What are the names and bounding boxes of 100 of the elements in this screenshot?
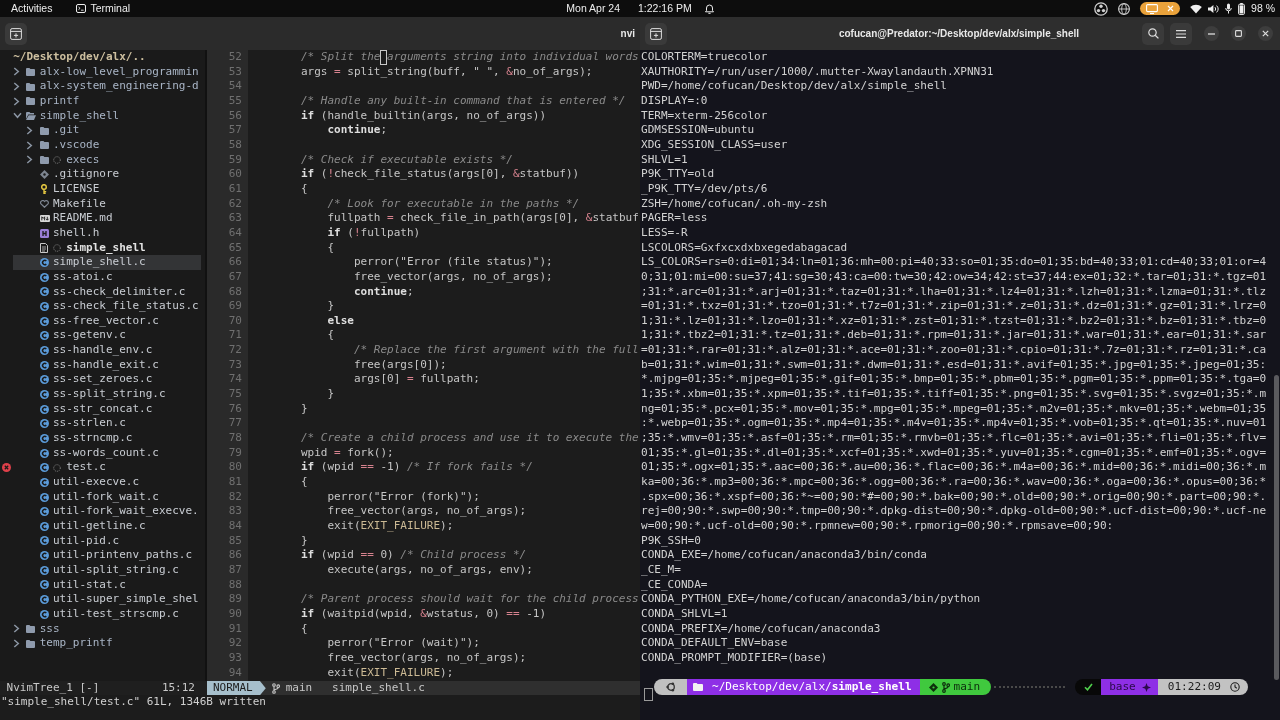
code-line: args[0] = fullpath; [353, 372, 480, 388]
tree-item[interactable]: util-split_string.c [13, 562, 201, 578]
folder-icon [26, 111, 37, 120]
c-file-icon [39, 419, 49, 429]
tree-item[interactable]: Makefile [13, 196, 201, 212]
output-line: _CE_M= [641, 562, 682, 578]
line-number: 81 [227, 475, 242, 490]
battery-icon [1238, 2, 1246, 15]
output-line: CONDA_PYTHON_EXE=/home/cofucan/anaconda3/bin/python [641, 592, 982, 607]
code-line: wpid = fork(); [300, 445, 394, 461]
tree-item[interactable]: .vscode [13, 137, 201, 153]
tree-item[interactable]: .gitignore [13, 167, 201, 182]
tree-item[interactable]: ss-set_zeroes.c [13, 372, 201, 388]
c-file-icon [39, 258, 49, 267]
terminal-cursor [644, 688, 653, 702]
line-number: 83 [227, 504, 242, 519]
line-number: 85 [227, 533, 242, 549]
diamond-icon [39, 170, 49, 180]
output-line: _CE_CONDA= [641, 577, 709, 593]
maximize-icon [1235, 30, 1242, 37]
tree-item[interactable]: util-execve.c [13, 475, 201, 490]
tree-item[interactable]: ss-check_file_status.c [13, 299, 201, 314]
code-line: args = split_string(buff, " ", &no_of_args); [300, 64, 593, 80]
output-line: ZSH=/home/cofucan/.oh-my-zsh [641, 196, 829, 212]
menu-button[interactable] [1170, 22, 1192, 45]
folder-icon [39, 126, 49, 135]
tree-item[interactable]: ss-check_delimiter.c [13, 284, 201, 300]
tree-item[interactable]: util-getline.c [13, 519, 201, 534]
branch-icon [271, 682, 280, 694]
tree-item[interactable]: ss-atoi.c [13, 269, 201, 285]
globe-icon[interactable] [1118, 2, 1131, 15]
tree-item[interactable]: LICENSE [13, 181, 201, 197]
c-file-icon [39, 536, 49, 546]
tree-item[interactable]: util-fork_wait.c [13, 489, 201, 505]
line-number: 87 [227, 562, 242, 578]
code-line: } [327, 387, 335, 402]
activities-button[interactable]: Activities [11, 3, 53, 14]
tree-item[interactable]: printf [13, 93, 201, 109]
new-tab-button[interactable] [645, 22, 667, 45]
tree-item[interactable]: ss-words_count.c [13, 445, 201, 461]
output-line: CONDA_PROMPT_MODIFIER=(base) [641, 650, 829, 666]
tree-item[interactable]: simple_shell [13, 240, 201, 256]
minimize-button[interactable] [1204, 26, 1219, 41]
tree-item[interactable]: ss-strncmp.c [13, 431, 201, 446]
tree-item[interactable]: alx-system_engineering-d [13, 79, 201, 94]
tree-item[interactable]: sss [13, 621, 201, 637]
clock-button[interactable]: Mon Apr 24 1:22:16 PM [566, 3, 714, 14]
code-line: { [300, 621, 308, 637]
line-number: 76 [227, 401, 242, 417]
code-line: perror("Error (wait)"); [327, 636, 480, 651]
tree-item[interactable]: ss-str_concat.c [13, 401, 201, 417]
code-line: if (wpid == 0) /* Child process */ [300, 548, 527, 563]
line-number: 64 [227, 225, 242, 241]
tree-item[interactable]: util-printenv_paths.c [13, 548, 201, 563]
code-line: free(args[0]); [353, 357, 447, 373]
tree-item[interactable]: ss-strlen.c [13, 416, 201, 432]
tree-item[interactable]: test.c [13, 460, 201, 476]
tree-item[interactable]: .git [13, 123, 201, 138]
tree-item[interactable]: ss-handle_exit.c [13, 357, 201, 373]
tree-item[interactable]: simple_shell.c [13, 255, 201, 270]
scrollbar-thumb[interactable] [1274, 375, 1279, 680]
tree-item[interactable]: alx-low_level_programmin [13, 64, 201, 80]
app-menu[interactable]: Terminal [76, 3, 131, 14]
markdown-icon [39, 215, 50, 223]
ring-icon[interactable] [1094, 1, 1109, 16]
system-menu-button[interactable]: 98 % [1190, 2, 1275, 15]
output-line: w=00;90:*.ucf-old=00;90:*.rpmnew=00;90:*.rpmorig=00;90:*.rpmsave=00;90: [641, 519, 1115, 534]
tree-item[interactable]: util-fork_wait_execve. [13, 504, 201, 519]
new-tab-button[interactable] [5, 22, 27, 45]
output-line: PWD=/home/cofucan/Desktop/dev/alx/simple_shell [641, 79, 948, 94]
tree-item[interactable]: util-pid.c [13, 533, 201, 549]
line-number: 59 [227, 152, 242, 168]
folder-icon [39, 155, 49, 164]
tree-item[interactable]: shell.h [13, 225, 201, 241]
screen-share-indicator[interactable] [1140, 2, 1181, 15]
output-line: :*.webp=01;35:*.ogm=01;35:*.mp4=01;35:*.m4v=01;35:*.mp4v=01;35:*.vob=01;35:*.qt=01;35:*.nuv=01 [641, 416, 1268, 432]
line-number: 69 [227, 299, 242, 314]
output-line: =01;31:*.rar=01;31:*.alz=01;31:*.ace=01;31:*.zoo=01;31:*.cpio=01;31:*.7z=01;31:*.rz=01;31:*.ca [641, 343, 1268, 358]
tree-item[interactable]: ss-free_vector.c [13, 313, 201, 329]
maximize-button[interactable] [1231, 26, 1246, 41]
tree-item[interactable]: ss-getenv.c [13, 328, 201, 344]
tree-item[interactable]: util-super_simple_shel [13, 592, 201, 607]
microphone-icon [1225, 3, 1233, 14]
folder-icon [26, 624, 36, 633]
tree-item[interactable]: README.md [13, 211, 201, 226]
tree-item[interactable]: util-stat.c [13, 577, 201, 593]
tree-item[interactable]: temp_printf [13, 636, 201, 651]
folder-icon [26, 97, 36, 106]
tree-item[interactable]: ss-handle_env.c [13, 343, 201, 358]
output-line: P9K_TTY=old [641, 167, 716, 182]
tree-item[interactable]: simple_shell [13, 108, 201, 124]
c-file-icon [39, 551, 49, 561]
tree-item[interactable]: execs [13, 152, 201, 168]
environment-name: base [1109, 679, 1136, 695]
search-button[interactable] [1142, 22, 1164, 45]
monitor-icon [1146, 3, 1159, 14]
close-button[interactable] [1258, 26, 1273, 41]
tree-item[interactable]: ss-split_string.c [13, 387, 201, 402]
mode-indicator: NORMAL [207, 680, 266, 696]
tree-item[interactable]: util-test_strscmp.c [13, 606, 201, 622]
